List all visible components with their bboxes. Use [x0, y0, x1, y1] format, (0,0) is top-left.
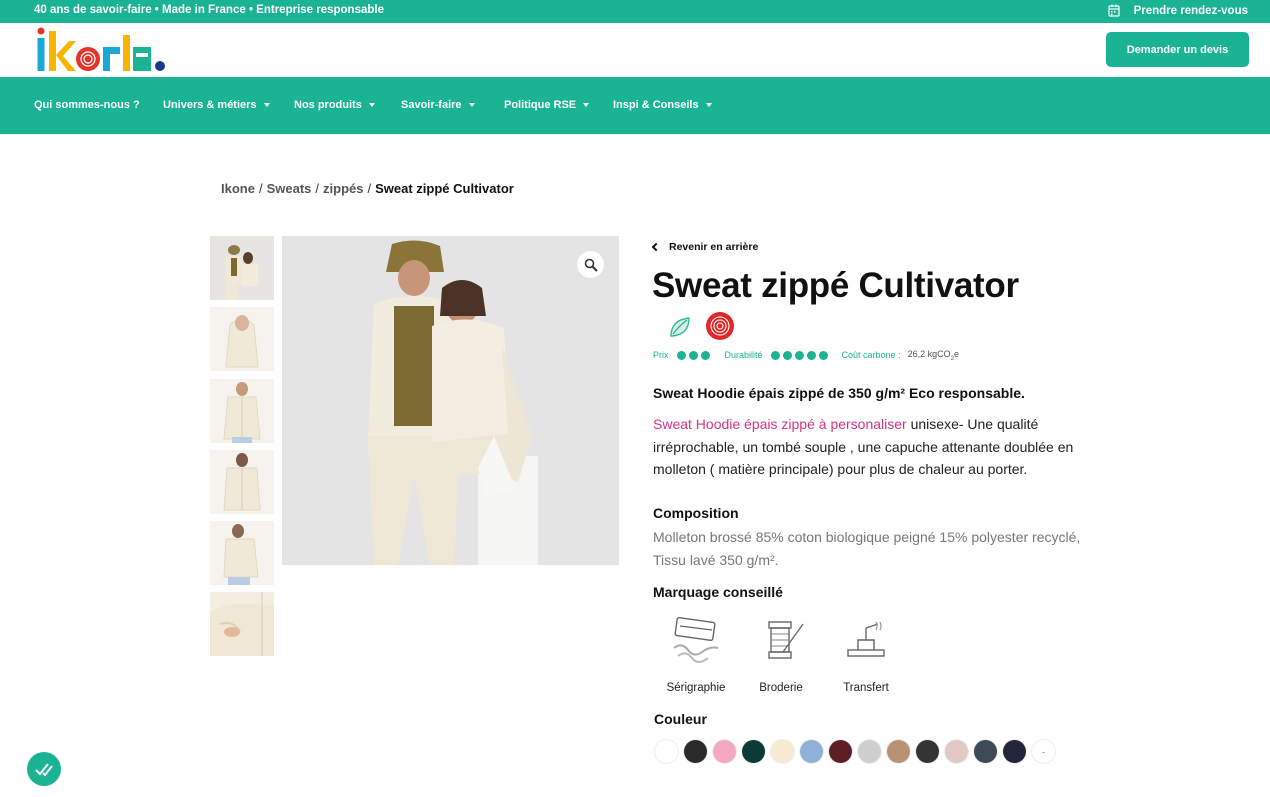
rating-dot — [770, 350, 780, 360]
hoodie-detail-thumb — [210, 592, 274, 656]
product-description: Sweat Hoodie épais zippé à personaliser … — [653, 416, 1074, 477]
embroidery-icon — [768, 621, 804, 659]
breadcrumb-link-sweats[interactable]: Sweats — [267, 181, 312, 196]
product-thumbnail[interactable] — [210, 379, 274, 443]
product-thumbnail[interactable] — [210, 450, 274, 514]
hoodie-side-thumb — [210, 307, 274, 371]
heat-transfer-icon — [847, 621, 885, 657]
product-thumbnail[interactable] — [210, 307, 274, 371]
nav-item-about[interactable]: Qui sommes-nous ? — [34, 99, 140, 111]
marking-heading: Marquage conseillé — [653, 584, 783, 600]
color-swatch[interactable] — [974, 740, 997, 763]
appointment-link[interactable]: Prendre rendez-vous — [1107, 4, 1248, 17]
color-swatches: - — [655, 740, 1055, 763]
main-nav: Qui sommes-nous ? Univers & métiers Nos … — [0, 77, 1270, 134]
color-heading: Couleur — [654, 711, 707, 727]
rating-dot — [818, 350, 828, 360]
price-label: Prix — [653, 350, 669, 361]
caret-down-icon — [705, 103, 712, 107]
composition-text: Molleton brossé 85% coton biologique pei… — [653, 529, 1081, 568]
breadcrumb-link-zippes[interactable]: zippés — [323, 181, 363, 196]
marking-label: Sérigraphie — [666, 682, 726, 694]
back-link[interactable]: Revenir en arrière — [651, 241, 759, 253]
hoodie-front-thumb — [210, 379, 274, 443]
color-swatch[interactable] — [800, 740, 823, 763]
breadcrumb-current: Sweat zippé Cultivator — [375, 181, 514, 196]
color-swatch[interactable] — [887, 740, 910, 763]
fingerprint-icon — [706, 312, 734, 340]
caret-down-icon — [583, 103, 590, 107]
color-swatch[interactable] — [684, 740, 707, 763]
magnifier-icon — [584, 258, 598, 272]
leaf-icon — [670, 317, 690, 337]
color-swatch[interactable] — [829, 740, 852, 763]
nav-item-know-how[interactable]: Savoir-faire — [401, 99, 475, 111]
price-rating — [676, 350, 710, 360]
back-label: Revenir en arrière — [669, 241, 759, 253]
appointment-label: Prendre rendez-vous — [1133, 4, 1248, 17]
marking-option-embroidery[interactable]: Broderie — [736, 612, 826, 694]
hoodie-model-thumb — [210, 450, 274, 514]
color-swatch[interactable] — [655, 740, 678, 763]
carbon-label: Coût carbone : — [841, 350, 901, 361]
more-colors-swatch[interactable]: - — [1032, 740, 1055, 763]
marking-label: Transfert — [843, 682, 889, 694]
carbon-value: 26,2 kgCO2e — [907, 349, 959, 362]
composition-heading: Composition — [653, 505, 739, 521]
rating-dot — [782, 350, 792, 360]
color-swatch[interactable] — [945, 740, 968, 763]
marking-option-screen-printing[interactable]: Sérigraphie — [651, 612, 741, 694]
rating-dot — [676, 350, 686, 360]
request-quote-button[interactable]: Demander un devis — [1106, 32, 1249, 67]
caret-down-icon — [368, 103, 375, 107]
product-title: Sweat zippé Cultivator — [652, 266, 1019, 305]
color-swatch[interactable] — [916, 740, 939, 763]
color-swatch[interactable] — [742, 740, 765, 763]
nav-item-universes[interactable]: Univers & métiers — [163, 99, 270, 111]
nav-item-csr-policy[interactable]: Politique RSE — [504, 99, 590, 111]
rating-dot — [688, 350, 698, 360]
marking-label: Broderie — [759, 682, 803, 694]
marking-option-transfer[interactable]: Transfert — [821, 612, 911, 694]
product-subtitle: Sweat Hoodie épais zippé de 350 g/m² Eco… — [653, 385, 1025, 401]
zoom-button[interactable] — [577, 251, 604, 278]
description-link[interactable]: Sweat Hoodie épais zippé à personaliser — [653, 416, 907, 432]
breadcrumb: Ikone / Sweats / zippés / Sweat zippé Cultivat… — [221, 181, 514, 196]
caret-down-icon — [263, 103, 270, 107]
rating-dot — [794, 350, 804, 360]
color-swatch[interactable] — [858, 740, 881, 763]
rating-dot — [700, 350, 710, 360]
double-check-icon — [35, 763, 53, 777]
product-metrics: Prix Durabilité Coût carbone : 26,2 kgCO… — [653, 349, 959, 362]
eco-badge-button[interactable] — [27, 752, 61, 786]
product-thumbnail[interactable] — [210, 521, 274, 585]
product-thumbnail[interactable] — [210, 592, 274, 656]
durability-rating — [770, 350, 828, 360]
product-thumbnail[interactable] — [210, 236, 274, 300]
header — [0, 23, 1270, 77]
durability-label: Durabilité — [724, 350, 763, 361]
nav-item-products[interactable]: Nos produits — [294, 99, 375, 111]
screen-printing-icon — [673, 617, 719, 663]
ikone-logo[interactable]: ikone — [36, 27, 168, 73]
breadcrumb-link-home[interactable]: Ikone — [221, 181, 255, 196]
hoodie-turn-thumb — [210, 521, 274, 585]
color-swatch[interactable] — [771, 740, 794, 763]
nav-item-inspiration[interactable]: Inspi & Conseils — [613, 99, 712, 111]
color-swatch[interactable] — [1003, 740, 1026, 763]
couple-wearing-hoodies-photo — [282, 236, 619, 565]
top-bar: 40 ans de savoir-faire • Made in France … — [0, 0, 1270, 23]
rating-dot — [806, 350, 816, 360]
color-swatch[interactable] — [713, 740, 736, 763]
product-main-image[interactable] — [282, 236, 619, 565]
chevron-left-icon — [651, 242, 661, 252]
couple-photo-thumb — [210, 236, 274, 300]
tagline: 40 ans de savoir-faire • Made in France … — [34, 4, 384, 16]
caret-down-icon — [468, 103, 475, 107]
calendar-icon — [1107, 4, 1120, 17]
